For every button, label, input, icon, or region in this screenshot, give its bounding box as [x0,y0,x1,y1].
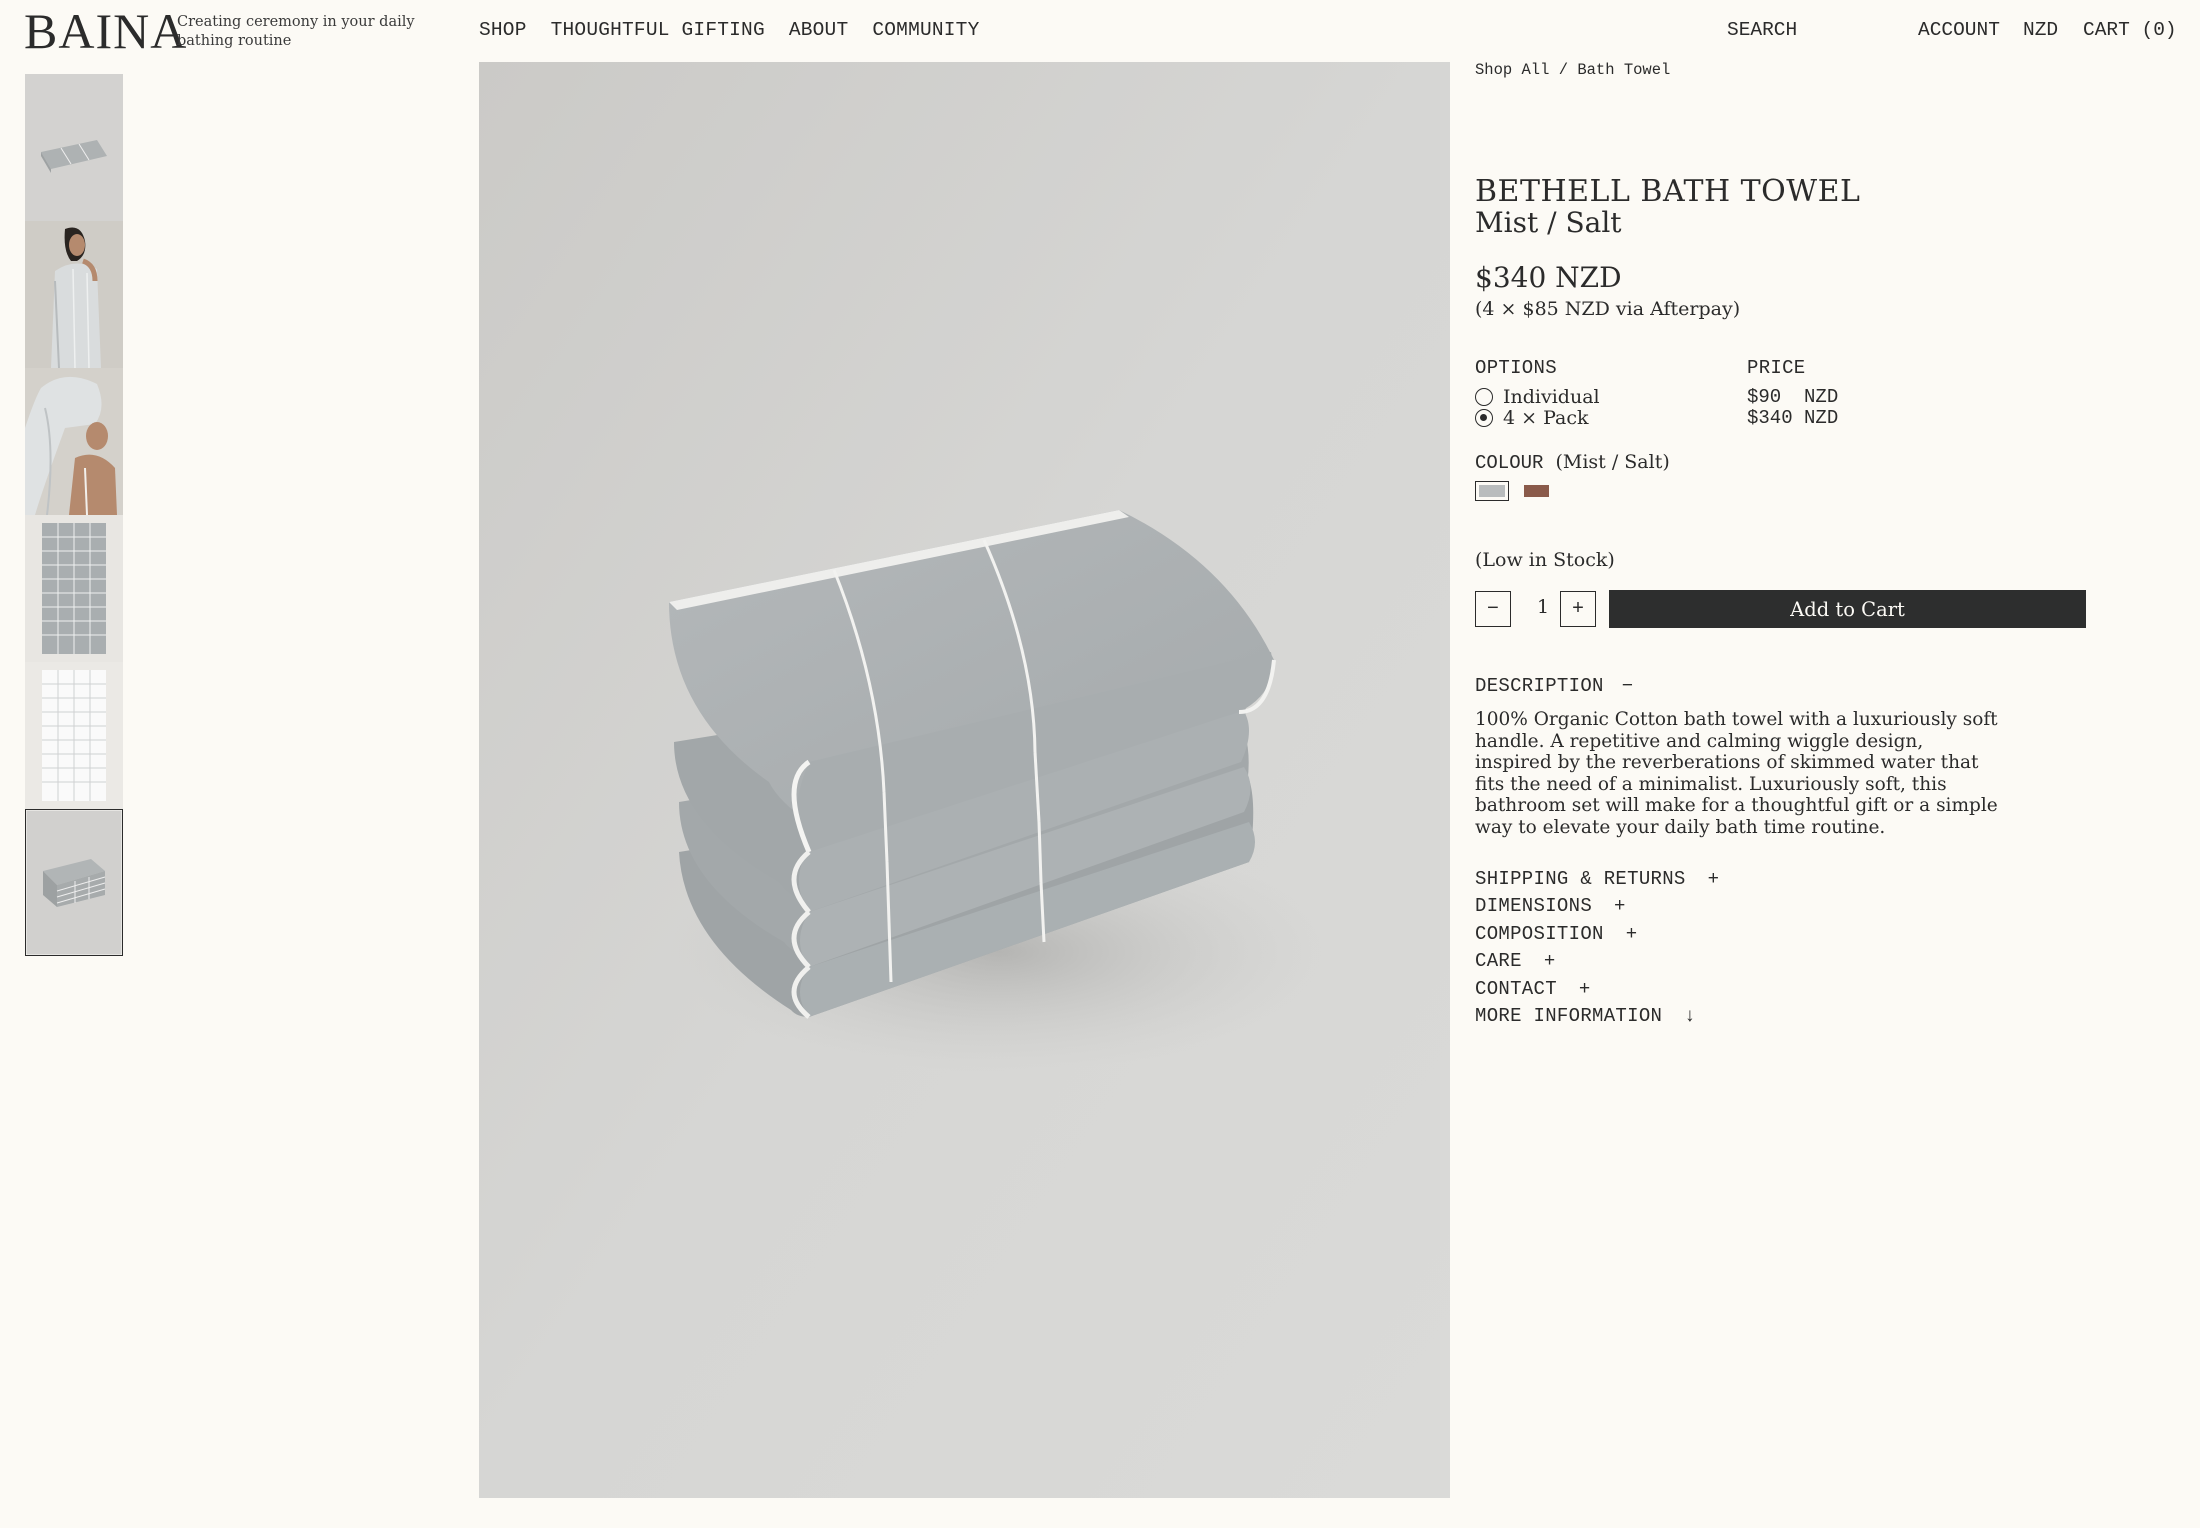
nav-currency[interactable]: NZD [2023,19,2058,41]
thumbnail-white-grid-towel[interactable] [25,662,123,809]
expand-icon: + [1707,868,1720,890]
nav-cart[interactable]: CART (0) [2083,19,2177,41]
accordion-dimensions[interactable]: DIMENSIONS + [1475,895,1626,917]
option-label: Individual [1503,386,1600,408]
swatch-clay[interactable] [1524,485,1549,497]
thumbnail-grey-grid-towel[interactable] [25,515,123,662]
quantity-increase-button[interactable]: + [1560,591,1596,627]
accordion-shipping-returns[interactable]: SHIPPING & RETURNS + [1475,868,1719,890]
nav-about[interactable]: ABOUT [789,19,849,41]
accordion-label: COMPOSITION [1475,923,1604,945]
afterpay-note: (4 × $85 NZD via Afterpay) [1475,298,1741,320]
price-column-label: PRICE [1747,357,1806,379]
nav-shop[interactable]: SHOP [479,19,527,41]
accordion-more-information[interactable]: MORE INFORMATION ↓ [1475,1005,1696,1027]
option-label: 4 × Pack [1503,407,1589,429]
option-individual[interactable]: Individual [1475,386,1600,408]
thumbnail-gallery [25,74,123,956]
thumbnail-towel-head[interactable] [25,368,123,515]
colour-label: COLOUR (Mist / Salt) [1475,451,1670,474]
accordion-label: DIMENSIONS [1475,895,1593,917]
colour-value: (Mist / Salt) [1555,451,1670,473]
collapse-icon: − [1621,675,1634,697]
main-nav: SHOP THOUGHTFUL GIFTING ABOUT COMMUNITY [479,19,979,41]
nav-search[interactable]: SEARCH [1727,19,1797,41]
product-subtitle: Mist / Salt [1475,206,1622,239]
thumbnail-stacked-towels[interactable] [25,809,123,956]
option-price: $90 NZD [1747,386,1839,408]
breadcrumb[interactable]: Shop All / Bath Towel [1475,61,1670,79]
nav-community[interactable]: COMMUNITY [872,19,979,41]
expand-icon: + [1578,978,1591,1000]
quantity-value[interactable]: 1 [1531,596,1555,618]
accordion-composition[interactable]: COMPOSITION + [1475,923,1637,945]
stock-status: (Low in Stock) [1475,549,1615,571]
accordion-label: MORE INFORMATION [1475,1005,1663,1027]
radio-unchecked-icon[interactable] [1475,388,1493,406]
accordion-label: SHIPPING & RETURNS [1475,868,1686,890]
expand-icon: + [1614,895,1626,917]
brand-tagline: Creating ceremony in your daily bathing … [177,14,415,49]
nav-account[interactable]: ACCOUNT [1918,19,2000,41]
options-label: OPTIONS [1475,357,1557,379]
accordion-care[interactable]: CARE + [1475,950,1556,972]
nav-thoughtful-gifting[interactable]: THOUGHTFUL GIFTING [551,19,765,41]
expand-icon: + [1543,950,1556,972]
expand-icon: + [1625,923,1638,945]
arrow-down-icon: ↓ [1684,1005,1696,1027]
brand-logo[interactable]: BAINA [24,6,187,56]
add-to-cart-button[interactable]: Add to Cart [1609,590,2086,628]
option-price: $340 NZD [1747,407,1839,429]
description-text: 100% Organic Cotton bath towel with a lu… [1475,709,1998,838]
description-header[interactable]: DESCRIPTION − [1475,675,1633,697]
accordion-contact[interactable]: CONTACT + [1475,978,1591,1000]
option-4-pack[interactable]: 4 × Pack [1475,407,1589,429]
accordion-label: CARE [1475,950,1522,972]
thumbnail-folded-towel[interactable] [25,74,123,221]
swatch-mist-salt[interactable] [1475,481,1509,501]
product-main-image[interactable] [479,62,1450,1498]
thumbnail-woman-towel[interactable] [25,221,123,368]
radio-checked-icon[interactable] [1475,409,1493,427]
site-header: BAINA Creating ceremony in your daily ba… [0,0,2200,62]
accordion-label: CONTACT [1475,978,1557,1000]
description-label: DESCRIPTION [1475,675,1604,697]
product-title: BETHELL BATH TOWEL [1475,174,1861,209]
colour-heading: COLOUR [1475,452,1544,474]
product-price: $340 NZD [1475,261,1622,294]
quantity-decrease-button[interactable]: − [1475,591,1511,627]
